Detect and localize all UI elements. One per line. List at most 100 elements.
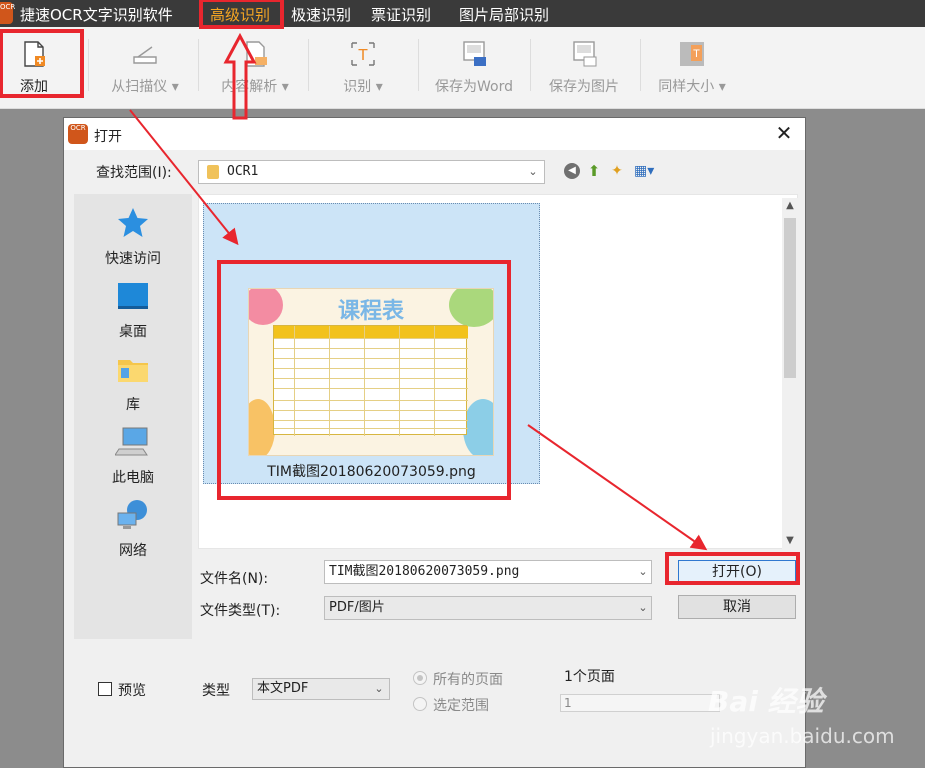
pages-count-label: 1个页面 — [564, 669, 615, 685]
open-file-dialog: OCR 打开 ✕ 查找范围(I): OCR1 ⌄ ◀ ⬆ ✦ ▦▾ 快速访问 桌… — [63, 117, 806, 768]
add-file-icon — [24, 41, 45, 67]
filename-label: 文件名(N): — [200, 571, 269, 587]
toolbar-divider — [308, 39, 309, 91]
chevron-down-icon: ⌄ — [528, 165, 538, 178]
toolbar-divider — [418, 39, 419, 91]
schedule-grid — [273, 325, 468, 436]
scanner-icon — [133, 46, 157, 64]
preview-label: 预览 — [118, 683, 146, 699]
file-item-selected[interactable]: 课程表 TIM截图20180620073059.png — [203, 203, 540, 484]
save-image-button[interactable]: 保存为图片 — [540, 27, 628, 109]
menu-tab-ticket[interactable]: 票证识别 — [371, 4, 431, 25]
star-icon — [118, 208, 148, 237]
paint-splash — [249, 399, 275, 455]
place-quick-access[interactable]: 快速访问 — [74, 202, 192, 272]
toolbar-divider — [88, 39, 89, 91]
place-network[interactable]: 网络 — [74, 494, 192, 564]
filename-input[interactable]: TIM截图20180620073059.png — [324, 560, 652, 584]
same-size-icon: T — [680, 42, 704, 66]
watermark-url: jingyan.baidu.com — [710, 724, 895, 748]
grid-line — [274, 338, 468, 339]
dialog-titlebar: OCR 打开 ✕ — [64, 118, 805, 150]
place-desktop[interactable]: 桌面 — [74, 275, 192, 345]
file-list: 课程表 TIM截图20180620073059.png — [198, 194, 798, 549]
recognize-icon: T — [351, 42, 375, 66]
toolbar-divider — [640, 39, 641, 91]
place-library[interactable]: 库 — [74, 348, 192, 418]
app-logo-icon: OCR — [0, 2, 15, 24]
chevron-down-icon[interactable]: ⌄ — [636, 563, 650, 581]
grid-line — [274, 358, 468, 359]
look-in-value: OCR1 — [227, 164, 259, 179]
grid-line — [274, 410, 468, 411]
svg-text:T: T — [693, 48, 700, 60]
grid-line — [274, 378, 468, 379]
parse-button[interactable]: 内容解析 ▾ — [210, 27, 300, 109]
look-in-label: 查找范围(I): — [96, 165, 172, 181]
chevron-down-icon: ⌄ — [638, 601, 648, 614]
scanner-label: 从扫描仪 ▾ — [111, 79, 179, 95]
page-range-input[interactable]: 1 — [560, 694, 720, 712]
folder-icon — [207, 165, 219, 179]
scanner-button[interactable]: 从扫描仪 ▾ — [100, 27, 190, 109]
grid-line — [329, 326, 330, 436]
schedule-header — [274, 326, 468, 338]
places-bar: 快速访问 桌面 库 此电脑 网络 — [74, 194, 192, 639]
thumbnail-title: 课程表 — [337, 299, 404, 324]
grid-line — [274, 400, 468, 401]
cancel-button[interactable]: 取消 — [678, 595, 796, 619]
filetype-label: 文件类型(T): — [200, 603, 281, 619]
same-size-button[interactable]: T 同样大小 ▾ — [650, 27, 734, 109]
file-thumbnail: 课程表 — [248, 288, 494, 456]
all-pages-label: 所有的页面 — [433, 672, 503, 688]
place-this-pc[interactable]: 此电脑 — [74, 421, 192, 491]
look-in-combo[interactable]: OCR1 ⌄ — [198, 160, 545, 184]
save-image-icon — [573, 41, 597, 67]
save-image-label: 保存为图片 — [549, 79, 619, 95]
svg-text:T: T — [358, 47, 368, 64]
toolbar: 添加 从扫描仪 ▾ 内容解析 ▾ T 识别 ▾ 保存为Word 保存为图片 T … — [0, 27, 925, 109]
grid-line — [399, 326, 400, 436]
close-icon[interactable]: ✕ — [771, 120, 797, 146]
place-label: 桌面 — [119, 324, 147, 340]
new-folder-icon[interactable]: ✦ — [609, 162, 625, 180]
recognize-button[interactable]: T 识别 ▾ — [320, 27, 406, 109]
desktop-icon — [118, 283, 148, 309]
file-list-scrollbar[interactable]: ▲ ▼ — [782, 198, 798, 549]
open-button[interactable]: 打开(O) — [678, 560, 796, 584]
type-label: 类型 — [202, 683, 230, 699]
grid-line — [434, 326, 435, 436]
place-label: 快速访问 — [105, 251, 161, 267]
grid-line — [274, 420, 468, 421]
file-name-label: TIM截图20180620073059.png — [267, 464, 476, 480]
menu-tab-partial[interactable]: 图片局部识别 — [459, 4, 549, 25]
all-pages-radio[interactable] — [413, 671, 427, 685]
watermark-logo: Bai 经验 — [708, 685, 824, 718]
back-icon[interactable]: ◀ — [564, 163, 580, 179]
chevron-down-icon[interactable]: ▼ — [782, 533, 798, 549]
preview-checkbox[interactable] — [98, 682, 112, 696]
chevron-down-icon: ⌄ — [374, 682, 384, 695]
menu-tab-fast[interactable]: 极速识别 — [291, 4, 351, 25]
range-radio[interactable] — [413, 697, 427, 711]
network-globe-icon — [117, 500, 147, 529]
save-word-label: 保存为Word — [435, 79, 513, 95]
parse-icon — [246, 41, 267, 67]
type-select[interactable]: 本文PDF — [252, 678, 390, 700]
grid-line — [274, 368, 468, 369]
add-label: 添加 — [20, 79, 48, 95]
menu-tab-advanced[interactable]: 高级识别 — [210, 4, 270, 25]
add-button[interactable]: 添加 — [2, 27, 66, 109]
library-folder-icon — [118, 360, 148, 382]
filetype-select[interactable]: PDF/图片 — [324, 596, 652, 620]
dialog-title: 打开 — [94, 129, 122, 145]
grid-line — [274, 348, 468, 349]
grid-line — [274, 388, 468, 389]
chevron-up-icon[interactable]: ▲ — [782, 198, 798, 214]
scrollbar-thumb[interactable] — [784, 218, 796, 378]
view-menu-icon[interactable]: ▦▾ — [634, 162, 662, 180]
recognize-label: 识别 ▾ — [343, 79, 383, 95]
up-folder-icon[interactable]: ⬆ — [586, 162, 602, 180]
same-size-label: 同样大小 ▾ — [658, 79, 726, 95]
save-word-button[interactable]: 保存为Word — [428, 27, 520, 109]
